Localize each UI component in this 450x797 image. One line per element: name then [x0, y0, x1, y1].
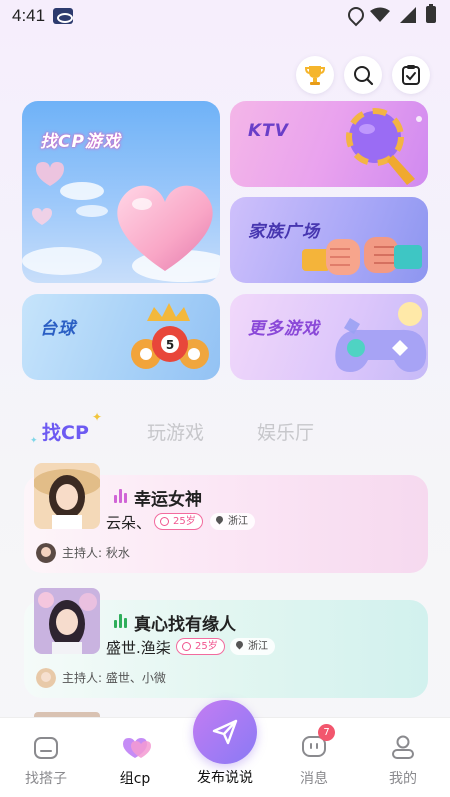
card-title: 台球	[40, 319, 76, 339]
trophy-button[interactable]	[296, 56, 334, 94]
publish-post-button[interactable]	[193, 700, 257, 764]
room-owner: 盛世.渔柒	[106, 639, 171, 657]
host-label: 主持人:	[62, 671, 103, 685]
location-badge: 浙江	[230, 638, 275, 655]
tab-find-cp[interactable]: 找CP	[42, 418, 89, 445]
tab-play-games[interactable]: 玩游戏	[147, 418, 204, 445]
nav-label: 我的	[389, 771, 417, 787]
host-avatar	[36, 543, 56, 563]
host-name: 秋水	[105, 546, 130, 560]
gamepad-icon	[335, 302, 427, 372]
microphone-icon	[346, 108, 422, 185]
family-plaza-card[interactable]: 家族广场	[230, 197, 428, 283]
tab-entertainment-hall[interactable]: 娱乐厅	[257, 418, 314, 445]
billiards-card[interactable]: 台球 5	[22, 294, 220, 380]
search-button[interactable]	[344, 56, 382, 94]
heart-icon	[117, 185, 213, 271]
status-icons	[348, 4, 436, 23]
home-icon	[34, 737, 58, 759]
search-icon	[354, 66, 374, 86]
hearts-icon	[123, 738, 151, 758]
category-tabs: 找CP ✦ ✦ 玩游戏 娱乐厅	[0, 410, 450, 448]
sparkle-icon: ✦	[92, 410, 103, 424]
live-audio-icon	[114, 487, 130, 503]
battery-icon	[426, 4, 436, 23]
host-info: 主持人: 盛世、小微	[62, 669, 166, 686]
status-bar: 4:41	[0, 0, 450, 32]
host-name: 盛世、小微	[105, 671, 166, 685]
status-time: 4:41	[12, 6, 46, 25]
card-title: KTV	[248, 121, 289, 141]
live-audio-icon	[114, 612, 130, 628]
room-cover-image	[34, 588, 100, 654]
send-icon	[212, 719, 238, 745]
find-cp-game-card[interactable]: 找CP游戏	[22, 101, 220, 283]
room-card[interactable]: 幸运女神 云朵、 25岁 浙江 主持人: 秋水	[24, 463, 428, 573]
message-count-badge: 7	[318, 724, 335, 741]
nav-label: 消息	[300, 771, 328, 787]
billiard-balls-icon: 5	[131, 303, 209, 369]
host-label: 主持人:	[62, 546, 103, 560]
app-notification-icon	[53, 8, 73, 24]
signal-icon	[400, 6, 416, 23]
nav-label: 找搭子	[25, 771, 67, 787]
fist-bump-icon	[302, 237, 422, 275]
location-status-icon	[348, 7, 360, 23]
publish-post-label: 发布说说	[197, 770, 253, 786]
room-owner: 云朵、	[106, 514, 152, 532]
nav-label: 组cp	[119, 771, 151, 787]
clipboard-icon	[402, 65, 420, 85]
sparkle-icon: ✦	[30, 436, 38, 446]
wifi-icon	[370, 7, 390, 22]
location-badge: 浙江	[210, 513, 255, 530]
room-card[interactable]: 真心找有缘人 盛世.渔柒 25岁 浙江 主持人: 盛世、小微	[24, 588, 428, 698]
tasks-button[interactable]	[392, 56, 430, 94]
trophy-icon	[304, 66, 326, 85]
host-info: 主持人: 秋水	[62, 544, 130, 561]
host-avatar	[36, 668, 56, 688]
svg-text:5: 5	[166, 338, 174, 352]
top-actions	[296, 56, 430, 94]
ktv-card[interactable]: KTV	[230, 101, 428, 187]
profile-icon	[392, 735, 414, 759]
room-title: 幸运女神	[134, 490, 202, 510]
more-games-card[interactable]: 更多游戏	[230, 294, 428, 380]
room-cover-image	[34, 463, 100, 529]
card-title: 更多游戏	[248, 319, 320, 339]
age-badge: 25岁	[154, 513, 203, 530]
room-title: 真心找有缘人	[134, 615, 236, 635]
age-badge: 25岁	[176, 638, 225, 655]
